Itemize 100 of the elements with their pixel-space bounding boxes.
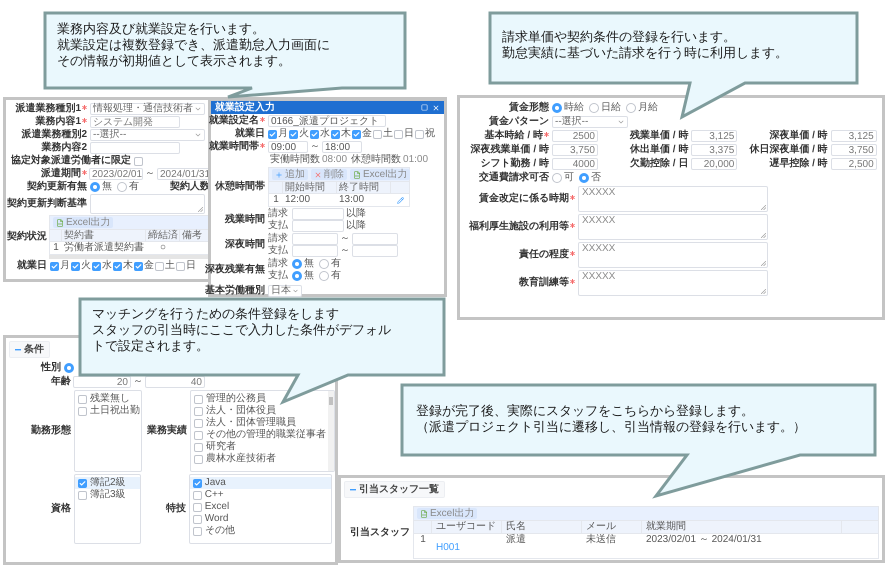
input-field[interactable] — [292, 245, 338, 257]
text-area[interactable] — [90, 194, 205, 214]
input-field[interactable] — [292, 208, 344, 220]
checkbox[interactable] — [78, 490, 87, 500]
checkbox[interactable] — [394, 130, 403, 138]
close-icon[interactable] — [432, 104, 440, 112]
field-label: 業務実績 — [147, 425, 187, 437]
column-header: 開始時間 — [283, 182, 337, 193]
input-field[interactable]: 3,375 — [691, 144, 738, 156]
input-field[interactable]: 20,000 — [691, 158, 738, 170]
selected-list-item[interactable]: 簿記2級 — [75, 477, 140, 489]
text-area[interactable]: XXXXX — [578, 270, 768, 296]
radio-button[interactable] — [292, 271, 302, 281]
checkbox[interactable] — [78, 394, 87, 404]
radio-button[interactable] — [589, 103, 599, 113]
option-label: 水 — [102, 260, 112, 272]
radio-button[interactable] — [319, 271, 329, 281]
text-area[interactable]: XXXXX — [578, 214, 768, 240]
toolbar-button[interactable]: Excel出力 — [53, 217, 114, 228]
checkbox[interactable] — [373, 130, 382, 138]
checkbox[interactable] — [113, 262, 122, 270]
input-field[interactable]: 3,125 — [691, 130, 738, 142]
scrollbar[interactable] — [328, 391, 334, 471]
input-field[interactable]: 2,500 — [830, 158, 877, 170]
radio-button[interactable] — [117, 182, 127, 192]
select-field[interactable]: --選択-- — [552, 116, 628, 128]
checkbox[interactable] — [192, 514, 202, 524]
table-cell-text: 2023/02/01 ～ 2024/01/31 — [645, 534, 763, 547]
input-field[interactable]: 4000 — [552, 158, 598, 170]
input-field[interactable]: 3,750 — [552, 144, 598, 156]
maximize-icon[interactable] — [421, 104, 428, 111]
toolbar-button[interactable]: Excel出力 — [417, 508, 478, 519]
checkbox[interactable] — [310, 130, 319, 138]
checkbox[interactable] — [194, 418, 203, 428]
input-field[interactable]: 2024/01/31 — [157, 168, 211, 180]
checkbox[interactable] — [71, 262, 80, 270]
input-field[interactable] — [90, 142, 180, 154]
input-field[interactable]: 40 — [145, 376, 205, 388]
radio-button[interactable] — [552, 103, 562, 113]
select-field[interactable]: 日本 — [268, 285, 302, 297]
checkbox[interactable] — [192, 502, 202, 512]
checkbox[interactable] — [352, 130, 361, 138]
input-field[interactable] — [292, 220, 344, 232]
toolbar-button[interactable]: Excel出力 — [350, 169, 410, 180]
option-label: その他 — [204, 525, 235, 537]
checkbox[interactable] — [134, 262, 143, 270]
checkbox[interactable] — [78, 406, 87, 416]
input-field[interactable]: 3,750 — [830, 144, 877, 156]
input-field[interactable] — [292, 233, 338, 245]
toolbar-button[interactable]: 削除 — [311, 169, 347, 180]
input-field[interactable]: 2023/02/01 — [89, 168, 143, 180]
radio-button[interactable] — [319, 259, 329, 269]
checkbox[interactable] — [50, 262, 59, 270]
checkbox[interactable] — [194, 442, 203, 452]
input-field[interactable] — [352, 245, 398, 257]
checkbox[interactable] — [194, 394, 203, 404]
resize-grip-icon — [198, 207, 203, 212]
note-label: 実働時間数 — [270, 154, 320, 166]
radio-button[interactable] — [626, 103, 636, 113]
input-field[interactable]: システム開発 — [90, 116, 180, 128]
checkbox[interactable] — [331, 130, 340, 138]
input-field[interactable]: 3,125 — [830, 130, 877, 142]
section-header[interactable]: 引当スタッフ一覧 — [344, 481, 445, 498]
callout-text: トで設定されます。 — [92, 338, 210, 354]
checkbox[interactable] — [289, 130, 298, 138]
checkbox[interactable] — [194, 454, 203, 464]
checkbox[interactable] — [78, 478, 87, 488]
field-label: 賃金パターン — [489, 116, 549, 128]
pencil-icon[interactable] — [396, 196, 404, 204]
user-code-link[interactable]: H001 — [436, 542, 460, 553]
radio-button[interactable] — [90, 182, 100, 192]
checkbox[interactable] — [194, 430, 203, 440]
selected-list-item[interactable]: Java — [190, 477, 331, 489]
checkbox[interactable] — [268, 130, 277, 138]
radio-button[interactable] — [292, 259, 302, 269]
text-area[interactable]: XXXXX — [578, 186, 768, 212]
text-area[interactable]: XXXXX — [578, 242, 768, 268]
radio-button[interactable] — [579, 173, 589, 183]
radio-button[interactable] — [552, 173, 562, 183]
checkbox[interactable] — [92, 262, 101, 270]
checkbox[interactable] — [415, 130, 424, 138]
input-field[interactable]: 20 — [73, 376, 131, 388]
input-field[interactable]: 09:00 — [268, 141, 308, 153]
checkbox[interactable] — [192, 490, 202, 500]
checkbox[interactable] — [194, 406, 203, 416]
input-field[interactable]: 18:00 — [322, 141, 362, 153]
input-field[interactable] — [352, 233, 398, 245]
toolbar-button[interactable]: 追加 — [272, 169, 308, 180]
select-field[interactable]: 情報処理・通信技術者 — [90, 103, 205, 115]
checkbox[interactable] — [192, 526, 202, 536]
input-field[interactable]: 0166_派遣プロジェクト — [268, 115, 386, 127]
radio-button[interactable] — [64, 363, 74, 373]
checkbox[interactable] — [176, 262, 185, 270]
input-field[interactable]: 2500 — [552, 130, 598, 142]
checkbox[interactable] — [192, 478, 202, 488]
section-header[interactable]: 条件 — [9, 341, 50, 358]
field-label: 業務内容2 — [41, 142, 87, 154]
select-field[interactable]: --選択-- — [90, 129, 205, 141]
checkbox[interactable] — [134, 156, 143, 166]
checkbox[interactable] — [155, 262, 164, 270]
